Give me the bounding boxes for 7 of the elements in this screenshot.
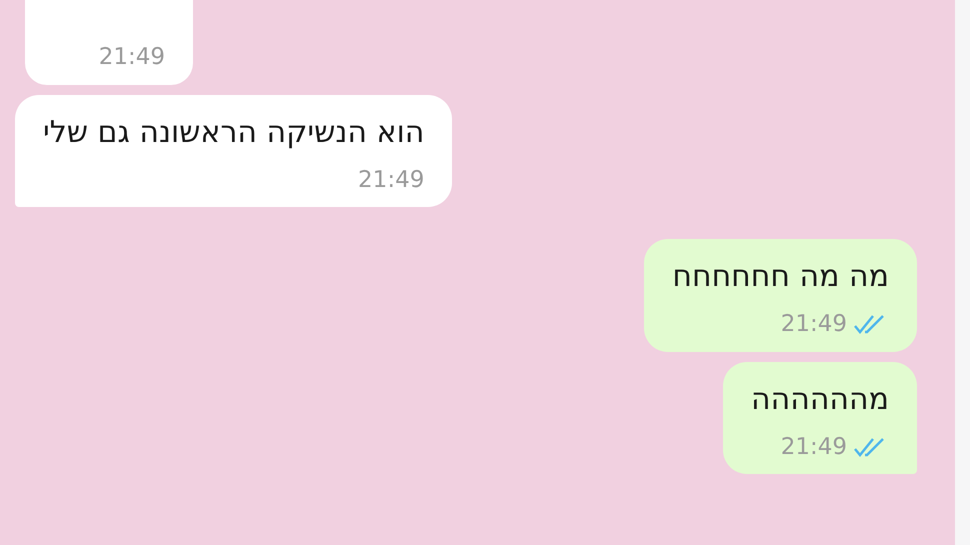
message-time: 21:49: [358, 166, 424, 194]
message-text: הוא הנשיקה הראשונה גם שלי: [43, 114, 424, 152]
message-time: 21:49: [780, 310, 847, 339]
message-time: 21:49: [98, 43, 165, 72]
message-text: מה מה חחחחחח: [672, 258, 889, 296]
message-time: 21:49: [780, 432, 847, 462]
message-text: מהההההה: [751, 380, 889, 418]
